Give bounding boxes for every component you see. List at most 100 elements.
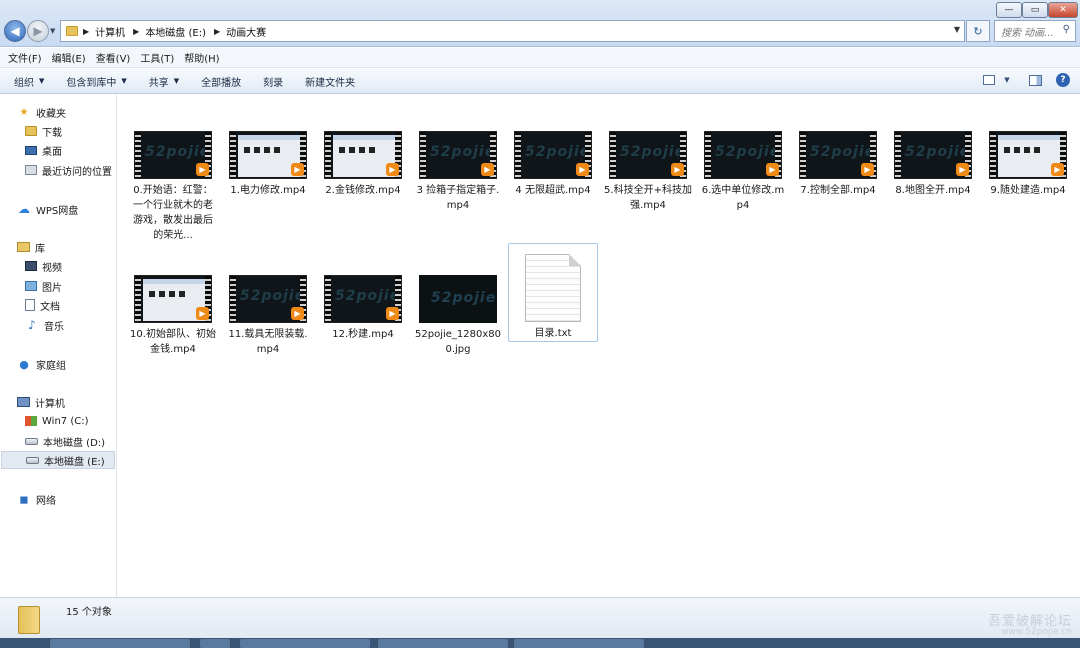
star-icon: ★ (19, 106, 29, 118)
file-item[interactable]: 52pojie ▶ 7.控制全部.mp4 (793, 131, 883, 198)
close-button[interactable]: ✕ (1048, 2, 1078, 18)
menu-help[interactable]: 帮助(H) (184, 50, 219, 65)
nav-drive-e[interactable]: 本地磁盘 (E:) (1, 451, 115, 469)
file-item[interactable]: 52pojie ▶ 4 无限超武.mp4 (508, 131, 598, 198)
file-item[interactable]: ▶ 9.随处建造.mp4 (983, 131, 1073, 198)
menu-edit[interactable]: 编辑(E) (52, 50, 86, 65)
organize-button[interactable]: 组织 ▼ (14, 74, 44, 89)
play-icon: ▶ (291, 163, 304, 176)
film-strip-icon (230, 276, 236, 322)
thumbnail-logo: 52pojie (905, 144, 971, 160)
file-name: 3 捡箱子指定箱子.mp4 (416, 185, 500, 211)
play-icon: ▶ (386, 163, 399, 176)
view-options-dropdown-icon[interactable]: ▼ (999, 73, 1015, 87)
preview-pane-icon[interactable] (1029, 74, 1042, 86)
file-item[interactable]: 52pojie ▶ 8.地图全开.mp4 (888, 131, 978, 198)
image-thumbnail: 52pojie (419, 275, 497, 323)
nav-network[interactable]: ◼ 网络 (17, 490, 56, 508)
share-button[interactable]: 共享 ▼ (149, 74, 179, 89)
text-file-icon (525, 254, 581, 322)
nav-wps[interactable]: ☁ WPS网盘 (17, 200, 78, 218)
nav-drive-d[interactable]: 本地磁盘 (D:) (25, 432, 105, 450)
thumbnail-logo: 52pojie (145, 144, 211, 160)
nav-music[interactable]: ♪ 音乐 (25, 316, 64, 334)
file-name: 12.秒建.mp4 (332, 329, 394, 340)
play-all-button[interactable]: 全部播放 (201, 74, 241, 89)
play-icon: ▶ (196, 307, 209, 320)
network-icon: ◼ (19, 492, 29, 506)
play-icon: ▶ (766, 163, 779, 176)
file-item[interactable]: 52pojie ▶ 0.开始语：红警：一个行业就木的老游戏，散发出最后的荣光... (128, 131, 218, 243)
video-thumbnail: ▶ (229, 131, 307, 179)
address-field[interactable]: ▶ 计算机 ▶ 本地磁盘 (E:) ▶ 动画大赛 ▼ (60, 20, 965, 42)
video-thumbnail: ▶ (324, 131, 402, 179)
nav-homegroup[interactable]: ● 家庭组 (17, 355, 66, 373)
file-name: 6.选中单位修改.mp4 (701, 185, 785, 211)
back-button[interactable]: ◀ (4, 20, 26, 42)
film-strip-icon (895, 132, 901, 178)
taskbar-button[interactable] (514, 639, 644, 648)
minimize-button[interactable]: — (996, 2, 1022, 18)
drive-icon (26, 456, 39, 464)
play-icon: ▶ (481, 163, 494, 176)
breadcrumb-folder[interactable]: ▶ 动画大赛 (214, 24, 266, 39)
maximize-button[interactable]: ▭ (1022, 2, 1048, 18)
nav-desktop[interactable]: 桌面 (25, 141, 62, 159)
file-item[interactable]: 52pojie ▶ 3 捡箱子指定箱子.mp4 (413, 131, 503, 213)
refresh-button[interactable]: ↻ (966, 20, 990, 42)
thumbnail-logo: 52pojie (430, 144, 496, 160)
nav-favorites[interactable]: ★ 收藏夹 (17, 103, 66, 121)
file-item[interactable]: ▶ 10.初始部队、初始金钱.mp4 (128, 275, 218, 357)
breadcrumb-drive-e[interactable]: ▶ 本地磁盘 (E:) (133, 24, 206, 39)
video-thumbnail: ▶ (989, 131, 1067, 179)
file-name: 9.随处建造.mp4 (990, 185, 1066, 196)
file-item[interactable]: ▶ 1.电力修改.mp4 (223, 131, 313, 198)
file-name: 4 无限超武.mp4 (515, 185, 591, 196)
search-input[interactable]: 搜索 动画... ⚲ (994, 20, 1076, 42)
chevron-down-icon: ▼ (121, 77, 127, 85)
burn-button[interactable]: 刻录 (263, 74, 283, 89)
nav-recent[interactable]: 最近访问的位置 (25, 161, 112, 179)
address-dropdown-icon[interactable]: ▼ (954, 25, 960, 34)
change-view-icon[interactable] (983, 75, 995, 85)
taskbar-button[interactable] (378, 639, 508, 648)
watermark-url: www.52pojie.cn (1001, 627, 1072, 637)
file-name: 2.金钱修改.mp4 (325, 185, 401, 196)
computer-icon (17, 397, 30, 407)
taskbar-button[interactable] (200, 639, 230, 648)
help-icon[interactable]: ? (1056, 73, 1070, 87)
menu-file[interactable]: 文件(F) (8, 50, 42, 65)
new-folder-button[interactable]: 新建文件夹 (305, 74, 355, 89)
file-item[interactable]: 52pojie ▶ 6.选中单位修改.mp4 (698, 131, 788, 213)
forward-button[interactable]: ▶ (27, 20, 49, 42)
file-name: 7.控制全部.mp4 (800, 185, 876, 196)
item-count: 15 个对象 (66, 607, 112, 618)
file-item[interactable]: 52pojie ▶ 5.科技全开+科技加强.mp4 (603, 131, 693, 213)
film-strip-icon (420, 132, 426, 178)
nav-computer[interactable]: 计算机 (17, 393, 65, 411)
file-name: 5.科技全开+科技加强.mp4 (604, 185, 692, 211)
file-item[interactable]: 52pojie ▶ 11.载具无限装载.mp4 (223, 275, 313, 357)
menu-tools[interactable]: 工具(T) (140, 50, 174, 65)
nav-drive-c[interactable]: Win7 (C:) (25, 412, 88, 430)
taskbar-button[interactable] (50, 639, 190, 648)
menu-view[interactable]: 查看(V) (96, 50, 131, 65)
thumbnail-logo: 52pojie (335, 288, 401, 304)
nav-videos[interactable]: 视频 (25, 257, 62, 275)
file-item[interactable]: 目录.txt (508, 243, 598, 342)
file-item[interactable]: 52pojie ▶ 12.秒建.mp4 (318, 275, 408, 342)
play-icon: ▶ (671, 163, 684, 176)
film-strip-icon (230, 132, 236, 178)
nav-downloads[interactable]: 下载 (25, 122, 62, 140)
include-in-library-button[interactable]: 包含到库中 ▼ (66, 74, 126, 89)
taskbar-button[interactable] (240, 639, 370, 648)
film-strip-icon (610, 132, 616, 178)
nav-documents[interactable]: 文档 (25, 296, 60, 314)
video-thumbnail: 52pojie ▶ (419, 131, 497, 179)
file-item[interactable]: 52pojie 52pojie_1280x800.jpg (413, 275, 503, 357)
nav-pictures[interactable]: 图片 (25, 277, 62, 295)
recent-pages-dropdown[interactable]: ▼ (50, 27, 55, 35)
breadcrumb-computer[interactable]: ▶ 计算机 (83, 24, 125, 39)
nav-libraries[interactable]: 库 (17, 238, 45, 256)
file-item[interactable]: ▶ 2.金钱修改.mp4 (318, 131, 408, 198)
